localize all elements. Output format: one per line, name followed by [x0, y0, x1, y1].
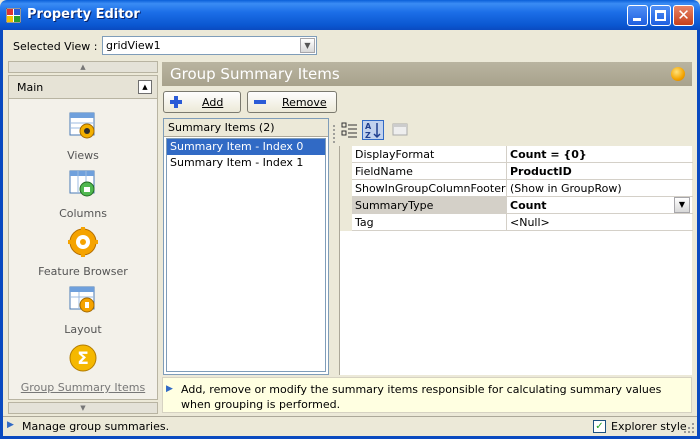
column-divider: [506, 146, 507, 163]
window-title: Property Editor: [27, 7, 140, 22]
property-value[interactable]: (Show in GroupRow): [510, 182, 622, 195]
property-row-tag[interactable]: Tag <Null>: [340, 214, 693, 231]
chevron-down-icon[interactable]: ▼: [300, 38, 315, 53]
collapse-icon[interactable]: ▲: [138, 80, 152, 94]
panel-header: Group Summary Items: [162, 62, 692, 86]
property-name: DisplayFormat: [355, 148, 435, 161]
row-gutter: [340, 197, 352, 214]
group-summary-icon: Σ: [69, 344, 97, 372]
nav-item-label: Group Summary Items: [20, 381, 146, 394]
scroll-up-icon[interactable]: ▲: [8, 61, 158, 73]
column-divider: [506, 163, 507, 180]
nav-group-label: Main: [17, 81, 44, 94]
minimize-button[interactable]: [627, 5, 648, 26]
add-button[interactable]: Add: [163, 91, 241, 113]
column-divider: [506, 180, 507, 197]
property-pages-button[interactable]: [389, 120, 411, 140]
property-value[interactable]: Count: [510, 199, 547, 212]
property-name: SummaryType: [355, 199, 434, 212]
list-item[interactable]: Summary Item - Index 1: [167, 155, 325, 171]
property-row-fieldname[interactable]: FieldName ProductID: [340, 163, 693, 180]
hint-panel: ▶ Add, remove or modify the summary item…: [162, 377, 692, 413]
property-row-displayformat[interactable]: DisplayFormat Count = {0}: [340, 146, 693, 163]
nav-item-columns[interactable]: Columns: [9, 168, 157, 220]
property-value[interactable]: Count = {0}: [510, 148, 587, 161]
property-name: FieldName: [355, 165, 413, 178]
close-button[interactable]: ✕: [673, 5, 694, 26]
row-gutter: [340, 214, 352, 231]
nav-item-group-summary-items[interactable]: Σ Group Summary Items: [9, 342, 157, 394]
summary-items-header: Summary Items (2): [164, 119, 328, 137]
scroll-down-icon[interactable]: ▼: [8, 402, 158, 414]
property-name: Tag: [355, 216, 374, 229]
nav-bar: ▲ Main ▲ Views Columns Feature Browser L…: [8, 61, 158, 414]
views-icon: [69, 112, 95, 139]
status-arrow-icon: ▶: [7, 420, 14, 430]
column-divider: [506, 214, 507, 231]
selected-view-value: gridView1: [106, 39, 161, 52]
chevron-down-icon[interactable]: ▼: [674, 197, 690, 213]
splitter-grip[interactable]: [332, 118, 336, 375]
feature-browser-icon: [68, 227, 98, 257]
property-value[interactable]: <Null>: [510, 216, 550, 229]
categorized-icon: [341, 122, 357, 138]
selected-view-combo[interactable]: gridView1 ▼: [102, 36, 317, 55]
close-icon: ✕: [677, 6, 690, 24]
nav-item-layout[interactable]: Layout: [9, 284, 157, 336]
app-grid-icon: [6, 8, 21, 23]
maximize-button[interactable]: [650, 5, 671, 26]
property-grid-toolbar: A Z: [339, 118, 692, 142]
categorized-button[interactable]: [339, 120, 361, 140]
explorer-style-label[interactable]: Explorer style: [611, 420, 687, 433]
column-divider: [506, 197, 507, 214]
row-gutter: [340, 146, 352, 163]
property-grid: DisplayFormat Count = {0} FieldName Prod…: [339, 146, 693, 375]
svg-text:Σ: Σ: [77, 349, 89, 369]
minimize-icon: [633, 18, 641, 21]
property-row-summarytype[interactable]: SummaryType Count ▼: [340, 197, 693, 214]
property-row-showingroupcolumnfooter[interactable]: ShowInGroupColumnFooter (Show in GroupRo…: [340, 180, 693, 197]
add-button-label: Add: [202, 96, 224, 109]
pin-icon[interactable]: [671, 67, 685, 81]
row-gutter: [340, 180, 352, 197]
status-bar: ▶ Manage group summaries. ✓ Explorer sty…: [3, 416, 697, 436]
remove-icon: [254, 100, 266, 104]
add-icon: [170, 96, 182, 108]
nav-item-label: Columns: [59, 207, 107, 220]
remove-button-label: Remove: [282, 96, 327, 109]
nav-group-header[interactable]: Main ▲: [9, 76, 157, 99]
nav-item-views[interactable]: Views: [9, 110, 157, 162]
columns-icon: [69, 170, 95, 197]
svg-text:Z: Z: [365, 131, 371, 139]
title-bar: Property Editor ✕: [0, 0, 700, 30]
panel-title: Group Summary Items: [170, 65, 340, 83]
alphabetical-sort-button[interactable]: A Z: [362, 120, 384, 140]
summary-items-panel: Summary Items (2) Summary Item - Index 0…: [163, 118, 329, 375]
remove-button[interactable]: Remove: [247, 91, 337, 113]
property-name: ShowInGroupColumnFooter: [355, 182, 506, 195]
nav-item-label: Layout: [64, 323, 102, 336]
maximize-icon: [655, 10, 666, 21]
nav-item-label: Feature Browser: [38, 265, 128, 278]
row-gutter: [340, 163, 352, 180]
nav-item-label: Views: [67, 149, 99, 162]
explorer-style-checkbox[interactable]: ✓: [593, 420, 606, 433]
nav-item-feature-browser[interactable]: Feature Browser: [9, 226, 157, 278]
alphabetical-sort-icon: A Z: [365, 122, 381, 140]
status-text: Manage group summaries.: [22, 420, 170, 433]
hint-arrow-icon: ▶: [166, 384, 173, 394]
svg-text:A: A: [365, 122, 372, 131]
resize-grip-icon[interactable]: [683, 422, 695, 434]
summary-items-list: Summary Item - Index 0 Summary Item - In…: [166, 138, 326, 372]
selected-view-label: Selected View :: [13, 40, 98, 53]
property-pages-icon: [392, 123, 408, 136]
property-value[interactable]: ProductID: [510, 165, 572, 178]
list-item[interactable]: Summary Item - Index 0: [167, 139, 325, 155]
nav-group-main: Main ▲ Views Columns Feature Browser Lay…: [8, 75, 158, 400]
hint-text: Add, remove or modify the summary items …: [181, 383, 662, 411]
layout-icon: [69, 286, 95, 313]
